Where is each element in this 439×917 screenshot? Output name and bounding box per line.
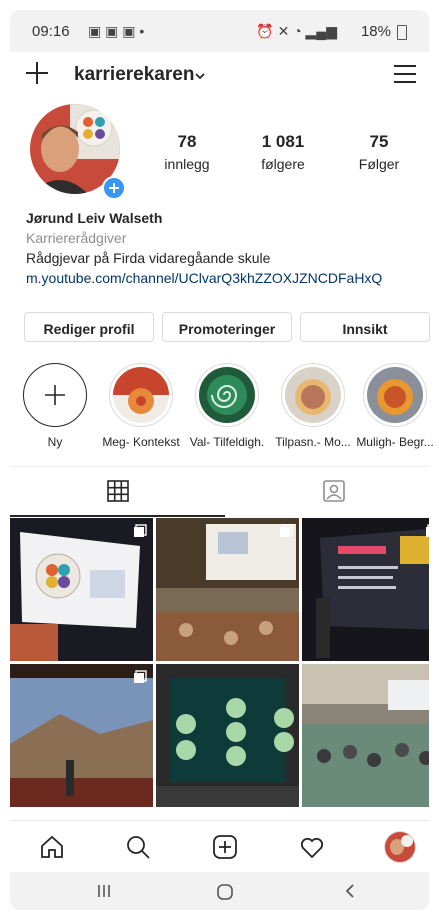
multiple-posts-icon [426,524,429,537]
recent-apps-icon[interactable] [96,883,112,899]
grid-icon[interactable] [106,479,130,503]
highlight-ring [281,363,345,427]
profile-header: karrierekaren [10,52,429,104]
new-post-icon[interactable] [211,833,239,861]
username-title[interactable]: karrierekaren [74,64,194,86]
status-time: 09:16 [32,23,70,40]
plus-icon [45,385,65,405]
highlight-label: Tilpasn.- Mo... [275,435,351,449]
create-plus-icon[interactable] [24,60,50,86]
highlight-item[interactable]: Val- Tilfeldigh. [182,363,272,449]
grid-post[interactable] [156,664,299,807]
highlight-label: Ny [47,435,63,449]
tagged-icon[interactable] [322,479,346,503]
battery-icon [397,25,407,40]
stat-followers-label: følgere [261,156,305,172]
stat-posts-value: 78 [177,132,197,151]
battery-percent: 18% [360,23,391,40]
edit-profile-button[interactable]: Rediger profil [24,312,154,342]
highlight-new-ring [23,363,87,427]
stat-following[interactable]: 75 Følger [334,132,424,172]
highlight-label: Muligh- Begr... [356,435,434,449]
profile-bio: Jørund Leiv Walseth Karriererådgiver Råd… [26,208,426,288]
highlight-label: Val- Tilfeldigh. [189,435,265,449]
home-button-icon[interactable] [216,883,234,901]
system-navigation-bar [10,872,429,910]
highlight-label: Meg- Kontekst [102,435,180,449]
promotions-button[interactable]: Promoteringer [162,312,292,342]
profile-link[interactable]: m.youtube.com/channel/UClvarQ3khZZOXJZNC… [26,268,426,288]
highlight-item[interactable]: Meg- Kontekst [96,363,186,449]
back-icon[interactable] [342,883,358,899]
multiple-posts-icon [134,670,147,683]
profile-nav-avatar[interactable] [384,831,416,863]
grid-post[interactable] [156,518,299,661]
profile-category: Karriererådgiver [26,230,127,246]
grid-post[interactable] [302,518,429,661]
add-story-badge[interactable] [102,176,126,200]
multiple-posts-icon [280,524,293,537]
notification-icons: ▣ ▣ ▣ • [88,23,145,39]
home-icon[interactable] [38,833,66,861]
grid-post[interactable] [302,664,429,807]
highlight-item[interactable]: Muligh- Begr... [350,363,439,449]
highlight-cover [285,367,341,423]
signal-icons: ⏰ ✕ ◔ ▂▄▆ [256,23,337,39]
active-tab-indicator [10,515,225,517]
search-icon[interactable] [124,833,152,861]
bottom-navigation [10,820,429,873]
multiple-posts-icon [134,524,147,537]
stat-following-label: Følger [358,156,400,172]
profile-tabs [10,466,429,517]
chevron-down-icon[interactable] [194,70,206,82]
grid-post[interactable] [10,518,153,661]
profile-name: Jørund Leiv Walseth [26,210,163,226]
stat-posts-label: innlegg [164,156,210,172]
stat-followers-value: 1 081 [261,132,305,151]
posts-grid [10,518,429,820]
profile-avatar[interactable] [30,104,126,200]
status-bar: 09:16 ▣ ▣ ▣ • ⏰ ✕ ◔ ▂▄▆ 18% [10,10,429,52]
insights-button[interactable]: Innsikt [300,312,430,342]
grid-post[interactable] [10,664,153,807]
highlight-cover [113,367,169,423]
highlight-new[interactable]: Ny [10,363,100,449]
highlight-ring [109,363,173,427]
profile-description: Rådgjevar på Firda vidaregåande skule [26,250,271,266]
stat-followers[interactable]: 1 081 følgere [238,132,328,172]
highlight-ring [195,363,259,427]
stat-posts[interactable]: 78 innlegg [142,132,232,172]
highlight-item[interactable]: Tilpasn.- Mo... [268,363,358,449]
highlight-cover [367,367,423,423]
highlight-ring [363,363,427,427]
stat-following-value: 75 [369,132,389,151]
menu-icon[interactable] [393,64,417,84]
heart-icon[interactable] [298,833,326,861]
highlight-cover [199,367,255,423]
plus-icon [109,183,119,193]
